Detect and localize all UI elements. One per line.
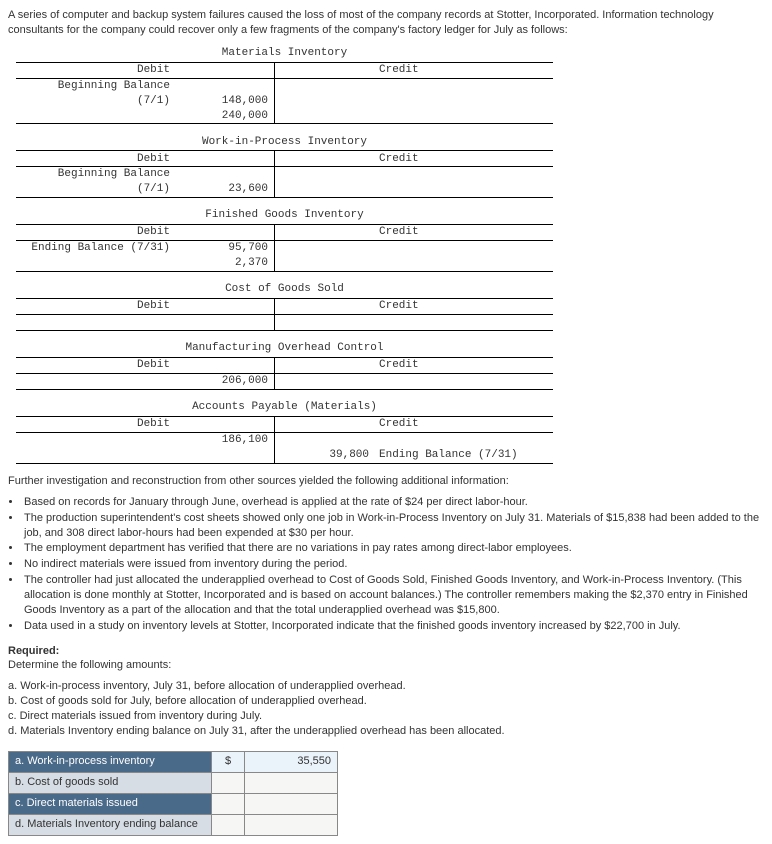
list-item: Data used in a study on inventory levels… [22, 619, 764, 634]
credit-label: Credit [375, 299, 553, 315]
answer-row-d: d. Materials Inventory ending balance [9, 814, 338, 835]
ledger-title: Materials Inventory [16, 46, 553, 63]
question-item: d. Materials Inventory ending balance on… [8, 724, 764, 739]
question-list: a. Work-in-process inventory, July 31, b… [8, 679, 764, 738]
row-label: Ending Balance (7/31) [375, 448, 553, 464]
row-value: 206,000 [174, 374, 275, 390]
dollar-sign: $ [212, 751, 245, 772]
ledger-title: Manufacturing Overhead Control [16, 341, 553, 358]
bullet-list: Based on records for January through Jun… [8, 495, 764, 634]
ledger-fg: Finished Goods Inventory Debit Credit En… [8, 208, 764, 272]
row-value: 95,700 [174, 241, 275, 257]
list-item: Based on records for January through Jun… [22, 495, 764, 510]
answers-table: a. Work-in-process inventory $ 35,550 b.… [8, 751, 338, 836]
row-value: 39,800 [275, 448, 376, 464]
ledger-title: Accounts Payable (Materials) [16, 400, 553, 417]
ledger-title: Work-in-Process Inventory [16, 134, 553, 151]
intro-text: A series of computer and backup system f… [8, 8, 764, 38]
answer-dollar-c [212, 793, 245, 814]
debit-label: Debit [16, 358, 174, 374]
ledger-materials: Materials Inventory Debit Credit Beginni… [8, 46, 764, 125]
ledger-cogs: Cost of Goods Sold Debit Credit [8, 282, 764, 331]
credit-label: Credit [375, 358, 553, 374]
question-item: b. Cost of goods sold for July, before a… [8, 694, 764, 709]
answer-label: c. Direct materials issued [9, 793, 212, 814]
ledger-title: Finished Goods Inventory [16, 208, 553, 225]
ledger-ap: Accounts Payable (Materials) Debit Credi… [8, 400, 764, 464]
row-label: Ending Balance (7/31) [16, 241, 174, 257]
answer-row-b: b. Cost of goods sold [9, 772, 338, 793]
required-heading: Required: [8, 644, 764, 659]
list-item: The employment department has verified t… [22, 541, 764, 556]
question-item: c. Direct materials issued from inventor… [8, 709, 764, 724]
debit-label: Debit [16, 225, 174, 241]
list-item: The controller had just allocated the un… [22, 573, 764, 618]
credit-label: Credit [375, 225, 553, 241]
answer-label: a. Work-in-process inventory [9, 751, 212, 772]
ledger-wip: Work-in-Process Inventory Debit Credit B… [8, 134, 764, 198]
answer-input-c[interactable] [245, 793, 338, 814]
answer-input-b[interactable] [245, 772, 338, 793]
question-item: a. Work-in-process inventory, July 31, b… [8, 679, 764, 694]
row-label: Beginning Balance (7/1) [16, 167, 174, 198]
answer-dollar-b [212, 772, 245, 793]
row-value: 240,000 [174, 108, 275, 124]
answer-label: d. Materials Inventory ending balance [9, 814, 212, 835]
credit-label: Credit [375, 62, 553, 78]
answer-label: b. Cost of goods sold [9, 772, 212, 793]
answer-input-d[interactable] [245, 814, 338, 835]
row-value: 2,370 [174, 256, 275, 272]
row-label: Beginning Balance (7/1) [16, 78, 174, 108]
debit-label: Debit [16, 299, 174, 315]
answer-row-c: c. Direct materials issued [9, 793, 338, 814]
credit-label: Credit [375, 417, 553, 433]
debit-label: Debit [16, 151, 174, 167]
list-item: No indirect materials were issued from i… [22, 557, 764, 572]
row-value: 186,100 [174, 433, 275, 449]
debit-label: Debit [16, 62, 174, 78]
required-subtext: Determine the following amounts: [8, 658, 764, 673]
list-item: The production superintendent's cost she… [22, 511, 764, 541]
row-value: 148,000 [174, 78, 275, 108]
answer-input-a[interactable]: 35,550 [245, 751, 338, 772]
answer-dollar-d [212, 814, 245, 835]
ledger-moh: Manufacturing Overhead Control Debit Cre… [8, 341, 764, 390]
answer-row-a: a. Work-in-process inventory $ 35,550 [9, 751, 338, 772]
further-text: Further investigation and reconstruction… [8, 474, 764, 489]
credit-label: Credit [375, 151, 553, 167]
row-value: 23,600 [174, 167, 275, 198]
debit-label: Debit [16, 417, 174, 433]
ledger-title: Cost of Goods Sold [16, 282, 553, 299]
